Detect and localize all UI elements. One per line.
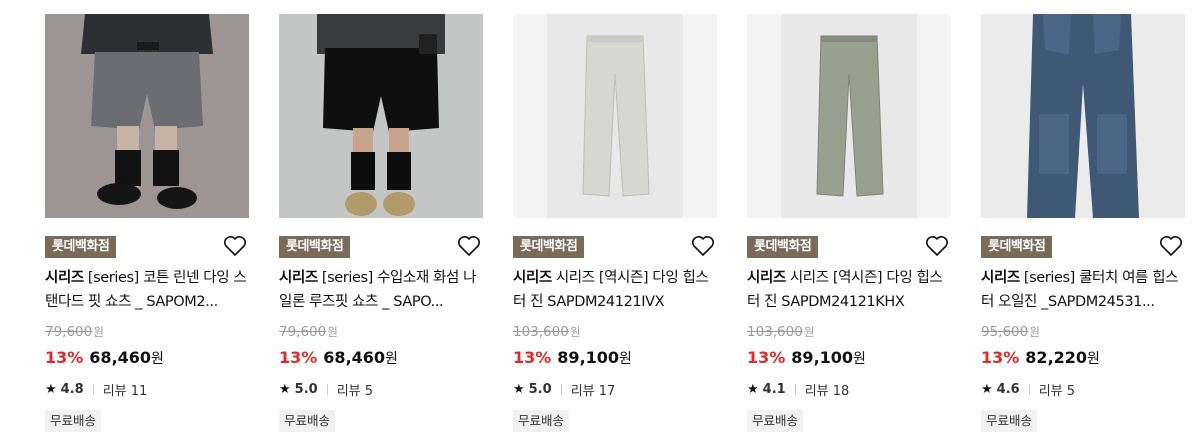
free-shipping-badge: 무료배송 [513, 410, 570, 432]
wishlist-heart-icon[interactable] [1159, 235, 1183, 257]
rating-row: ★ 5.0 리뷰 17 [513, 380, 615, 399]
wishlist-heart-icon[interactable] [691, 235, 715, 257]
discount-rate: 13% [981, 348, 1020, 367]
original-price: 95,600원 [981, 324, 1040, 340]
product-title[interactable]: 시리즈 시리즈 [역시즌] 다잉 힙스터 진 SAPDM24121KHX [747, 266, 951, 314]
wishlist-heart-icon[interactable] [457, 235, 481, 257]
original-price: 103,600원 [747, 324, 815, 340]
brand-name: 시리즈 [45, 270, 84, 286]
rating-row: ★ 4.1 리뷰 18 [747, 380, 849, 399]
discount-rate: 13% [513, 348, 552, 367]
review-count: 리뷰 5 [1038, 384, 1076, 399]
brand-name: 시리즈 [279, 270, 318, 286]
review-count: 리뷰 17 [570, 384, 616, 399]
sale-price: 13% 89,100원 [513, 348, 632, 367]
wishlist-heart-icon[interactable] [925, 235, 949, 257]
product-image[interactable] [747, 14, 951, 218]
star-icon: ★ [513, 382, 525, 397]
free-shipping-badge: 무료배송 [45, 410, 102, 432]
original-price: 79,600원 [279, 324, 338, 340]
wishlist-heart-icon[interactable] [223, 235, 247, 257]
product-image[interactable] [513, 14, 717, 218]
discount-rate: 13% [279, 348, 318, 367]
rating-value: 5.0 [294, 382, 318, 397]
sale-price: 13% 82,220원 [981, 348, 1100, 367]
star-icon: ★ [747, 382, 759, 397]
free-shipping-badge: 무료배송 [981, 410, 1038, 432]
brand-name: 시리즈 [981, 270, 1020, 286]
sale-price: 13% 68,460원 [279, 348, 398, 367]
sale-price: 13% 68,460원 [45, 348, 164, 367]
product-title[interactable]: 시리즈 [series] 수입소재 화섬 나일론 루즈핏 쇼츠 _ SAPO... [279, 266, 483, 314]
star-icon: ★ [981, 382, 993, 397]
discount-rate: 13% [45, 348, 84, 367]
brand-name: 시리즈 [747, 270, 786, 286]
store-badge: 롯데백화점 [45, 236, 117, 258]
discount-rate: 13% [747, 348, 786, 367]
star-icon: ★ [279, 382, 291, 397]
store-badge: 롯데백화점 [279, 236, 351, 258]
review-count: 리뷰 18 [804, 384, 850, 399]
rating-value: 4.8 [60, 382, 84, 397]
sale-price: 13% 89,100원 [747, 348, 866, 367]
free-shipping-badge: 무료배송 [747, 410, 804, 432]
rating-value: 5.0 [528, 382, 552, 397]
store-badge: 롯데백화점 [513, 236, 585, 258]
product-image[interactable] [45, 14, 249, 218]
rating-value: 4.6 [996, 382, 1020, 397]
rating-row: ★ 4.8 리뷰 11 [45, 380, 147, 399]
product-title[interactable]: 시리즈 [series] 코튼 린넨 다잉 스탠다드 핏 쇼츠 _ SAPOM2.… [45, 266, 249, 314]
product-image[interactable] [279, 14, 483, 218]
store-badge: 롯데백화점 [981, 236, 1053, 258]
rating-row: ★ 5.0 리뷰 5 [279, 380, 373, 399]
review-count: 리뷰 5 [336, 384, 374, 399]
product-title[interactable]: 시리즈 시리즈 [역시즌] 다잉 힙스터 진 SAPDM24121IVX [513, 266, 717, 314]
original-price: 103,600원 [513, 324, 581, 340]
rating-row: ★ 4.6 리뷰 5 [981, 380, 1075, 399]
original-price: 79,600원 [45, 324, 104, 340]
store-badge: 롯데백화점 [747, 236, 819, 258]
review-count: 리뷰 11 [102, 384, 148, 399]
rating-value: 4.1 [762, 382, 786, 397]
free-shipping-badge: 무료배송 [279, 410, 336, 432]
product-title[interactable]: 시리즈 [series] 쿨터치 여름 힙스터 오일진 _SAPDM24531..… [981, 266, 1185, 314]
star-icon: ★ [45, 382, 57, 397]
product-image[interactable] [981, 14, 1185, 218]
brand-name: 시리즈 [513, 270, 552, 286]
